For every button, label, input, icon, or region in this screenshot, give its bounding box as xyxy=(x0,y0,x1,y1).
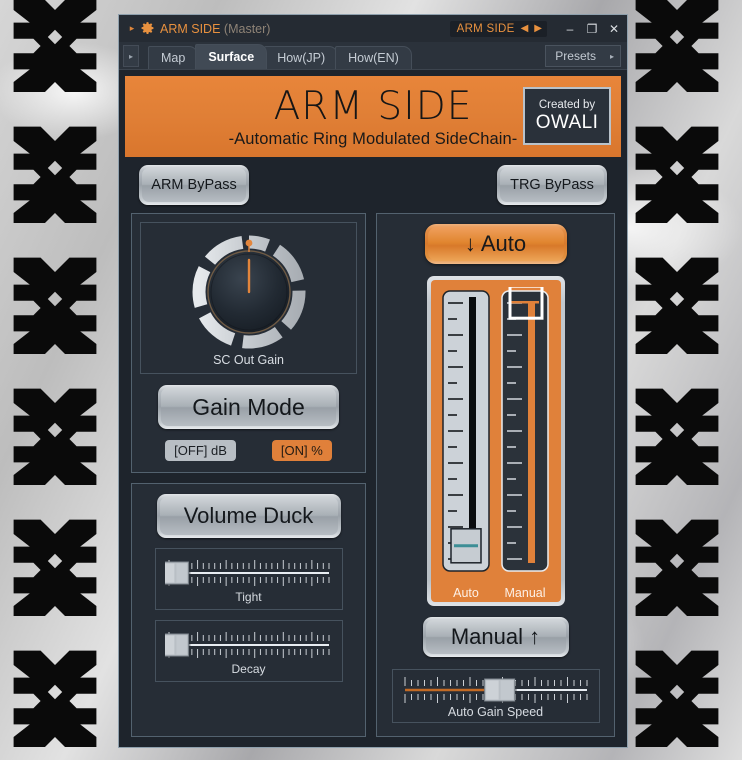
wallpaper-glyph-column-left xyxy=(0,0,120,760)
bypass-button-row: ARM ByPass TRG ByPass xyxy=(125,157,621,213)
auto-button-label: ↓ Auto xyxy=(427,227,564,261)
knob-frame: SC Out Gain xyxy=(140,222,357,374)
minimize-button[interactable]: – xyxy=(559,23,581,35)
decay-slider[interactable] xyxy=(164,627,333,663)
manual-fader-column: Manual xyxy=(497,287,553,602)
auto-manual-panel: ↓ Auto Auto Manual Manual ↑ Auto Gain Sp… xyxy=(376,213,615,737)
maximize-button[interactable]: ❐ xyxy=(581,23,603,35)
trg-bypass-button[interactable]: TRG ByPass xyxy=(497,165,607,205)
auto-fader[interactable] xyxy=(440,287,492,584)
tab-how-jp[interactable]: How(JP) xyxy=(264,46,339,69)
preset-next-icon[interactable]: ▶ xyxy=(534,23,542,34)
tight-slider-label: Tight xyxy=(235,589,262,604)
gain-panel: SC Out Gain Gain Mode [OFF] dB [ON] % xyxy=(131,213,366,473)
product-title: ARM SIDE xyxy=(273,83,473,129)
wallpaper-glyph xyxy=(632,375,722,485)
wallpaper-glyph xyxy=(10,244,100,354)
auto-gain-speed-label: Auto Gain Speed xyxy=(447,705,544,719)
titlebar-right-controls: ARM SIDE ◀ ▶ – ❐ ✕ xyxy=(449,20,625,37)
desktop-background: ▸ ARM SIDE (Master) ARM SIDE ◀ ▶ – ❐ ✕ ▸… xyxy=(0,0,742,760)
manual-fader[interactable] xyxy=(499,287,551,584)
trg-bypass-label: TRG ByPass xyxy=(500,168,604,202)
main-controls-area: SC Out Gain Gain Mode [OFF] dB [ON] % Vo… xyxy=(125,213,621,741)
plugin-body: ARM SIDE -Automatic Ring Modulated SideC… xyxy=(119,70,627,747)
gain-mode-db-toggle[interactable]: [OFF] dB xyxy=(165,440,236,461)
tight-slider-box[interactable]: Tight xyxy=(154,548,343,610)
auto-gain-speed-slider[interactable] xyxy=(401,673,591,707)
preset-prev-icon[interactable]: ◀ xyxy=(521,23,529,34)
fader-bank: Auto Manual xyxy=(426,276,565,606)
gear-icon[interactable] xyxy=(140,21,155,36)
volume-duck-label: Volume Duck xyxy=(159,497,338,535)
wallpaper-glyph xyxy=(632,0,722,92)
window-title: ARM SIDE (Master) xyxy=(160,22,270,36)
tab-surface[interactable]: Surface xyxy=(195,44,268,69)
window-titlebar: ▸ ARM SIDE (Master) ARM SIDE ◀ ▶ – ❐ ✕ xyxy=(119,15,627,42)
preset-name-label: ARM SIDE xyxy=(456,22,515,35)
arm-bypass-button[interactable]: ARM ByPass xyxy=(139,165,249,205)
presets-label: Presets xyxy=(555,49,596,63)
close-button[interactable]: ✕ xyxy=(603,23,625,35)
presets-chevron-icon: ▸ xyxy=(609,51,614,61)
preset-name-selector[interactable]: ARM SIDE ◀ ▶ xyxy=(449,20,547,37)
tab-list: Map Surface How(JP) How(EN) xyxy=(148,44,412,69)
tight-slider[interactable] xyxy=(164,555,333,591)
arm-bypass-label: ARM ByPass xyxy=(142,168,246,202)
manual-button[interactable]: Manual ↑ xyxy=(422,617,569,657)
wallpaper-glyph xyxy=(10,506,100,616)
decay-slider-label: Decay xyxy=(231,661,266,676)
decay-slider-box[interactable]: Decay xyxy=(154,620,343,682)
wallpaper-glyph xyxy=(632,244,722,354)
product-banner: ARM SIDE -Automatic Ring Modulated SideC… xyxy=(125,76,621,157)
auto-gain-speed-box[interactable]: Auto Gain Speed xyxy=(391,669,600,723)
product-subtitle: -Automatic Ring Modulated SideChain- xyxy=(228,129,518,148)
knob-label: SC Out Gain xyxy=(213,353,284,367)
gain-mode-percent-toggle[interactable]: [ON] % xyxy=(271,440,332,461)
sc-out-gain-knob[interactable] xyxy=(190,233,308,351)
tab-bar: ▸ Map Surface How(JP) How(EN) Presets ▸ xyxy=(119,42,627,70)
wallpaper-glyph xyxy=(10,113,100,223)
tabbar-overflow-arrow-icon[interactable]: ▸ xyxy=(123,45,139,67)
volume-duck-panel: Volume Duck Tight Decay xyxy=(131,483,366,737)
gain-mode-label: Gain Mode xyxy=(161,388,336,426)
window-title-name: ARM SIDE xyxy=(160,21,221,36)
window-title-suffix: (Master) xyxy=(223,21,271,36)
auto-fader-column: Auto xyxy=(438,287,494,602)
gain-mode-toggle-group: [OFF] dB [ON] % xyxy=(165,440,332,461)
fader-bank-inner: Auto Manual xyxy=(430,280,561,602)
wallpaper-glyph xyxy=(632,113,722,223)
wallpaper-glyph xyxy=(10,0,100,92)
auto-button[interactable]: ↓ Auto xyxy=(424,224,567,264)
auto-fader-label: Auto xyxy=(453,586,479,600)
left-column: SC Out Gain Gain Mode [OFF] dB [ON] % Vo… xyxy=(131,213,366,737)
manual-button-label: Manual ↑ xyxy=(425,620,566,654)
gain-mode-button[interactable]: Gain Mode xyxy=(158,385,339,429)
wallpaper-glyph xyxy=(632,506,722,616)
manual-fader-label: Manual xyxy=(504,586,546,600)
wallpaper-glyph xyxy=(10,637,100,747)
credit-prefix: Created by xyxy=(538,98,596,111)
tab-map[interactable]: Map xyxy=(148,46,199,69)
wallpaper-glyph xyxy=(632,637,722,747)
wallpaper-glyph-column-right xyxy=(622,0,742,760)
credit-author: OWALI xyxy=(535,111,599,133)
wallpaper-glyph xyxy=(10,375,100,485)
volume-duck-button[interactable]: Volume Duck xyxy=(156,494,341,538)
plugin-window: ▸ ARM SIDE (Master) ARM SIDE ◀ ▶ – ❐ ✕ ▸… xyxy=(118,14,628,748)
presets-menu-button[interactable]: Presets ▸ xyxy=(545,45,621,67)
credit-badge[interactable]: Created by OWALI xyxy=(523,87,611,145)
tab-how-en[interactable]: How(EN) xyxy=(335,46,412,69)
expand-arrow-icon[interactable]: ▸ xyxy=(125,24,139,33)
